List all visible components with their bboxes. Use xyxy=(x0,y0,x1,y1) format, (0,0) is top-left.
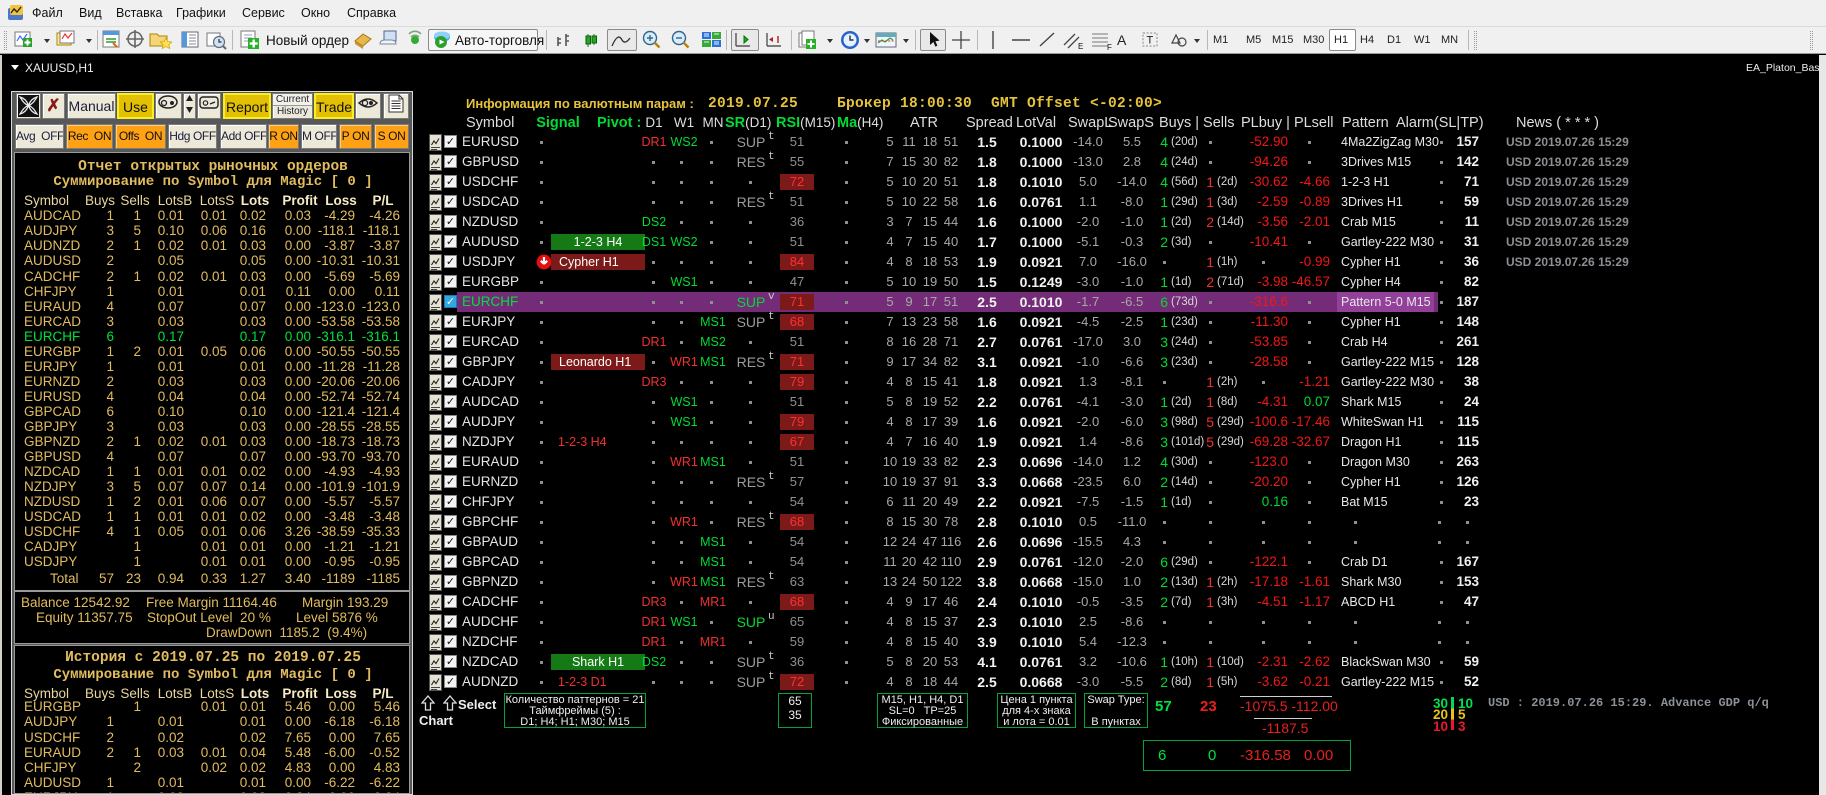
svg-text:F: F xyxy=(1107,43,1112,51)
svg-text:T: T xyxy=(1147,35,1154,47)
svg-text:E: E xyxy=(1078,42,1083,51)
